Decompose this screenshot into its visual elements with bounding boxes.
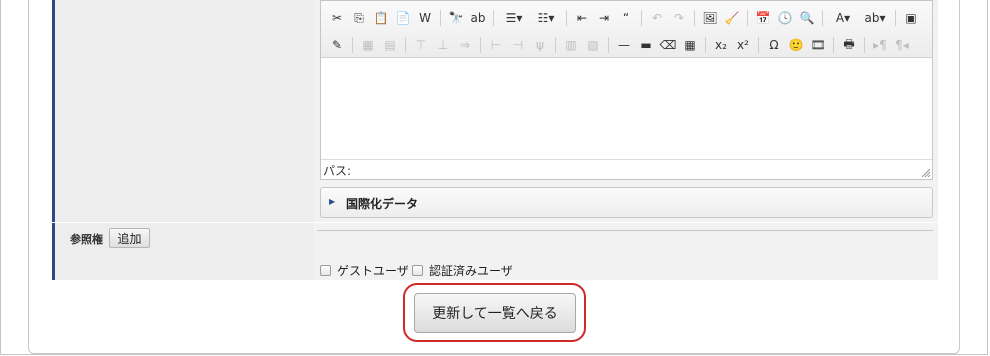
insert-date-icon[interactable]: 📅 (753, 8, 773, 28)
remove-format-icon[interactable]: ⌫ (658, 35, 678, 55)
delete-col-icon[interactable]: ψ (530, 35, 550, 55)
table-props-icon[interactable]: ▤ (380, 35, 400, 55)
merge-cells-icon[interactable]: ▧ (583, 35, 603, 55)
split-cells-icon[interactable]: ▥ (561, 35, 581, 55)
insert-time-icon[interactable]: 🕓 (775, 8, 795, 28)
insert-image-icon[interactable]: 🖼 (700, 8, 720, 28)
toolbar-separator (405, 37, 406, 53)
superscript-icon[interactable]: x² (733, 35, 753, 55)
toolbar-separator (555, 37, 556, 53)
print-icon[interactable]: 🖶 (839, 35, 859, 55)
col-before-icon[interactable]: ⊢ (486, 35, 506, 55)
redo-icon[interactable]: ↷ (669, 8, 689, 28)
ltr-icon[interactable]: ▸¶ (870, 35, 890, 55)
paste-text-icon[interactable]: 📄 (393, 8, 413, 28)
row-after-icon[interactable]: ⊥ (433, 35, 453, 55)
fullscreen-icon[interactable]: ▣ (901, 8, 921, 28)
replace-icon[interactable]: ab (468, 8, 488, 28)
authenticated-user-label: 認証済みユーザ (429, 264, 513, 278)
toolbar-separator (352, 37, 353, 53)
highlight-color-icon[interactable]: ab▾ (860, 8, 890, 28)
col-after-icon[interactable]: ⊣ (508, 35, 528, 55)
table-icon[interactable]: ▦ (358, 35, 378, 55)
expand-arrow-icon: ▶ (329, 197, 336, 206)
toolbar-separator (758, 37, 759, 53)
toolbar-separator (822, 10, 823, 26)
path-label: パス: (323, 164, 352, 178)
row-before-icon[interactable]: ⊤ (411, 35, 431, 55)
editor-status-bar: パス: (321, 159, 932, 179)
find-icon[interactable]: 🔭 (446, 8, 466, 28)
permission-label: 参照権 (70, 233, 103, 246)
edit-css-icon[interactable]: ✎ (327, 35, 347, 55)
guest-user-checkbox-item[interactable]: ゲストユーザ (320, 262, 409, 279)
horizontal-rule-icon[interactable]: — (614, 35, 634, 55)
toolbar-separator (694, 10, 695, 26)
delete-row-icon[interactable]: ⇒ (455, 35, 475, 55)
toolbar-separator (440, 10, 441, 26)
authenticated-user-checkbox-item[interactable]: 認証済みユーザ (412, 262, 513, 279)
toolbar-separator (705, 37, 706, 53)
editor-toolbar: ✂ ⎘ 📋 📄 W 🔭 ab ☰▾ ☷▾ ⇤ ⇥ “↶ ↷ 🖼 🧹 📅 🕓 🔍 A▾ ab▾ ▣ ✎ ▦ ▤ ⊤ ⊥ ⇒ ⊢ ⊣ ψ ▥ ▧… (321, 1, 932, 58)
preview-icon[interactable]: 🔍 (797, 8, 817, 28)
toolbar-separator (864, 37, 865, 53)
special-char-icon[interactable]: Ω (764, 35, 784, 55)
cut-icon[interactable]: ✂ (327, 8, 347, 28)
editor-content-area[interactable] (321, 58, 932, 159)
blockquote-icon[interactable]: “ (616, 8, 636, 28)
i18n-data-toggle[interactable]: ▶ 国際化データ (320, 187, 933, 218)
paste-word-icon[interactable]: W (415, 8, 435, 28)
update-and-return-button[interactable]: 更新して一覧へ戻る (414, 293, 576, 333)
media-icon[interactable]: 🎞 (808, 35, 828, 55)
font-color-icon[interactable]: A▾ (828, 8, 858, 28)
authenticated-user-checkbox[interactable] (412, 265, 423, 276)
toolbar-separator (566, 10, 567, 26)
subscript-icon[interactable]: x₂ (711, 35, 731, 55)
paste-icon[interactable]: 📋 (371, 8, 391, 28)
numbered-list-icon[interactable]: ☷▾ (531, 8, 561, 28)
rich-text-editor: ✂ ⎘ 📋 📄 W 🔭 ab ☰▾ ☷▾ ⇤ ⇥ “↶ ↷ 🖼 🧹 📅 🕓 🔍 A▾ ab▾ ▣ ✎ ▦ ▤ ⊤ ⊥ ⇒ ⊢ ⊣ ψ ▥ ▧… (320, 0, 933, 180)
toolbar-separator (493, 10, 494, 26)
toolbar-separator (480, 37, 481, 53)
toolbar-row-1: ✂ ⎘ 📋 📄 W 🔭 ab ☰▾ ☷▾ ⇤ ⇥ “ ↶ ↷ 🖼 🧹 📅 🕓 🔍 A▾ ab▾ ▣ (327, 7, 923, 29)
bullet-list-icon[interactable]: ☰▾ (499, 8, 529, 28)
toolbar-separator (747, 10, 748, 26)
undo-icon[interactable]: ↶ (647, 8, 667, 28)
editor-row-label-cell (52, 0, 314, 222)
guest-user-label: ゲストユーザ (337, 264, 409, 278)
emoticon-icon[interactable]: 🙂 (786, 35, 806, 55)
outdent-icon[interactable]: ⇤ (572, 8, 592, 28)
copy-icon[interactable]: ⎘ (349, 8, 369, 28)
visual-aid-icon[interactable]: ▦ (680, 35, 700, 55)
guest-user-checkbox[interactable] (320, 265, 331, 276)
toolbar-separator (608, 37, 609, 53)
cleanup-icon[interactable]: 🧹 (722, 8, 742, 28)
toolbar-separator (895, 10, 896, 26)
toolbar-row-2: ✎ ▦ ▤ ⊤ ⊥ ⇒ ⊢ ⊣ ψ ▥ ▧ — ▬ ⌫ ▦ x₂ x² Ω 🙂 🎞 🖶 ▸¶ ¶◂ (327, 34, 914, 56)
permission-divider (317, 230, 933, 231)
resize-grip-icon[interactable] (920, 167, 930, 177)
rtl-icon[interactable]: ¶◂ (892, 35, 912, 55)
toolbar-separator (833, 37, 834, 53)
indent-icon[interactable]: ⇥ (594, 8, 614, 28)
line-icon[interactable]: ▬ (636, 35, 656, 55)
toolbar-separator (641, 10, 642, 26)
add-permission-button[interactable]: 追加 (109, 228, 150, 248)
i18n-data-label: 国際化データ (346, 197, 419, 211)
